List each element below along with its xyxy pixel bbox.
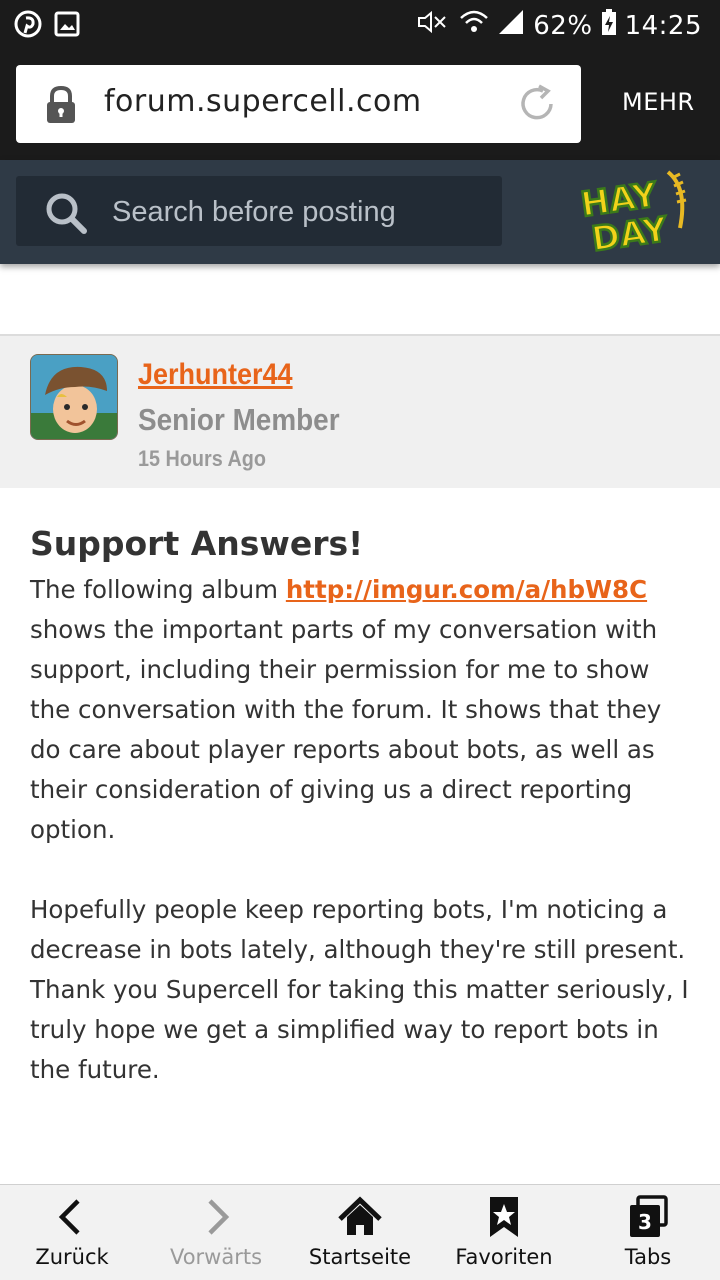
battery-charging-icon bbox=[601, 8, 617, 43]
post-paragraph-1: The following album http://imgur.com/a/h… bbox=[30, 570, 696, 850]
post-author-block: Jerhunter44 Senior Member 15 Hours Ago bbox=[0, 336, 720, 488]
search-icon bbox=[44, 191, 88, 239]
address-bar[interactable]: forum.supercell.com bbox=[16, 65, 581, 143]
svg-text:3: 3 bbox=[638, 1210, 652, 1234]
menu-button[interactable]: MEHR bbox=[622, 88, 695, 116]
paragraph-text: The following album bbox=[30, 575, 286, 604]
album-link[interactable]: http://imgur.com/a/hbW8C bbox=[286, 575, 647, 604]
lock-icon bbox=[44, 85, 78, 129]
search-input[interactable]: Search before posting bbox=[16, 176, 502, 246]
browser-toolbar: forum.supercell.com MEHR bbox=[0, 48, 720, 160]
favorites-label: Favoriten bbox=[455, 1245, 553, 1269]
battery-percent: 62% bbox=[533, 10, 593, 41]
username-link[interactable]: Jerhunter44 bbox=[138, 358, 293, 392]
signal-icon bbox=[497, 8, 525, 43]
post-title: Support Answers! bbox=[30, 524, 364, 563]
post-paragraph-2: Hopefully people keep reporting bots, I'… bbox=[30, 895, 689, 1084]
tabs-button[interactable]: 3 Tabs bbox=[576, 1185, 720, 1280]
chevron-left-icon bbox=[50, 1195, 94, 1239]
avatar[interactable] bbox=[30, 354, 118, 440]
image-icon bbox=[54, 11, 80, 41]
home-icon bbox=[338, 1195, 382, 1239]
forward-label: Vorwärts bbox=[169, 1245, 263, 1269]
status-bar: 62% 14:25 bbox=[0, 0, 720, 48]
back-label: Zurück bbox=[35, 1245, 109, 1269]
forum-header: Search before posting HAY DAY bbox=[0, 160, 720, 264]
hay-day-logo[interactable]: HAY DAY bbox=[568, 168, 694, 261]
bottom-navigation: Zurück Vorwärts Startseite Favoriten 3 T… bbox=[0, 1184, 720, 1280]
home-button[interactable]: Startseite bbox=[288, 1185, 432, 1280]
home-label: Startseite bbox=[308, 1245, 412, 1269]
forward-button[interactable]: Vorwärts bbox=[144, 1185, 288, 1280]
user-rank: Senior Member bbox=[138, 402, 340, 437]
tabs-icon: 3 bbox=[626, 1195, 670, 1239]
paragraph-text: shows the important parts of my conversa… bbox=[30, 615, 662, 844]
bookmark-star-icon bbox=[482, 1195, 526, 1239]
clock: 14:25 bbox=[624, 10, 702, 41]
post-time: 15 Hours Ago bbox=[138, 446, 266, 471]
wifi-icon bbox=[459, 8, 489, 43]
post-body: Support Answers! The following album htt… bbox=[30, 522, 696, 1090]
tabs-label: Tabs bbox=[624, 1245, 672, 1269]
mute-icon bbox=[415, 8, 451, 43]
search-placeholder: Search before posting bbox=[112, 196, 396, 228]
pinterest-icon bbox=[14, 10, 42, 42]
back-button[interactable]: Zurück bbox=[0, 1185, 144, 1280]
chevron-right-icon bbox=[194, 1195, 238, 1239]
favorites-button[interactable]: Favoriten bbox=[432, 1185, 576, 1280]
reload-icon[interactable] bbox=[515, 82, 559, 130]
url-text: forum.supercell.com bbox=[104, 84, 422, 119]
